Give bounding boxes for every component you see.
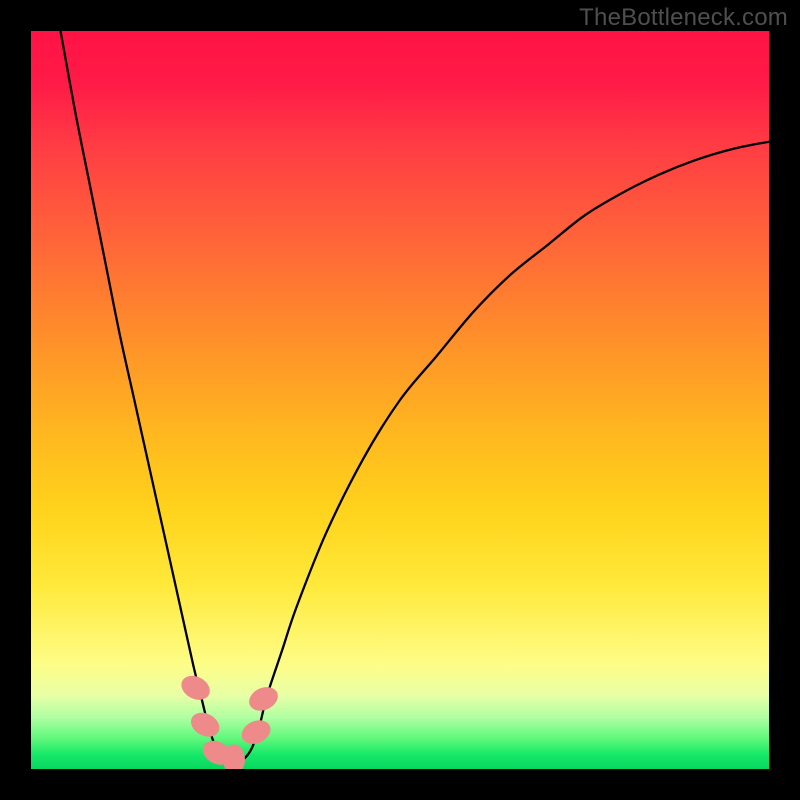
curve-layer [61, 31, 769, 762]
watermark-text: TheBottleneck.com [579, 4, 788, 32]
marker-right-low [238, 716, 274, 749]
bottleneck-curve [61, 31, 769, 762]
marker-right-upper [245, 683, 281, 716]
marker-layer [177, 671, 282, 769]
chart-svg [31, 31, 769, 769]
chart-frame: TheBottleneck.com [0, 0, 800, 800]
plot-area [31, 31, 769, 769]
